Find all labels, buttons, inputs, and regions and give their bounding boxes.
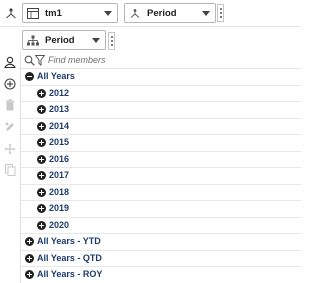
expand-icon[interactable] [37, 204, 46, 213]
tree-item-label: 2013 [49, 104, 70, 114]
dimension-dropdown-label: Period [147, 8, 177, 19]
expand-icon[interactable] [37, 105, 46, 114]
trash-icon[interactable] [3, 98, 17, 112]
tree-item-year[interactable]: 2017 [21, 168, 301, 185]
add-circle-icon[interactable] [3, 77, 17, 91]
subset-dropdown-label: Period [45, 35, 75, 46]
tree-item-label: 2020 [49, 219, 70, 230]
member-tree-panel: Find members All Years 2012 2013 2014 2015 20… [20, 52, 301, 283]
tree-item-label: 2017 [49, 170, 70, 180]
edit-icon[interactable] [3, 120, 17, 134]
chevron-down-icon [92, 38, 100, 43]
subset-dropdown[interactable]: Period [22, 30, 106, 50]
hierarchy-icon[interactable] [4, 6, 18, 20]
expand-icon[interactable] [37, 138, 46, 147]
hierarchy-icon [130, 9, 140, 18]
tree-item-label: 2016 [49, 153, 70, 164]
tree-item-label: 2019 [49, 203, 70, 213]
expand-icon[interactable] [37, 171, 46, 180]
chevron-down-icon [202, 11, 210, 16]
tree-item-label: All Years - YTD [37, 236, 101, 246]
table-icon [27, 8, 39, 19]
search-icon[interactable] [24, 55, 35, 66]
tree-item-year[interactable]: 2016 [21, 152, 301, 168]
tree-item-year[interactable]: 2019 [21, 201, 301, 218]
tree-item-label: 2012 [49, 87, 70, 98]
expand-icon[interactable] [37, 220, 46, 230]
tree-root-all-years[interactable]: All Years [21, 69, 301, 86]
expand-icon[interactable] [37, 187, 46, 197]
collapse-icon[interactable] [25, 72, 34, 81]
copy-icon[interactable] [3, 163, 17, 177]
tree-item-year[interactable]: 2015 [21, 135, 301, 152]
dimension-more-button[interactable] [217, 4, 224, 22]
subset-more-button[interactable] [108, 32, 115, 50]
cube-dropdown-label: tm1 [45, 8, 62, 19]
toolbar-divider [0, 26, 300, 27]
action-sidebar [0, 52, 20, 283]
tree-item-label: 2014 [49, 120, 70, 131]
expand-icon[interactable] [25, 253, 34, 263]
tree-item-rollup[interactable]: All Years - ROY [21, 267, 301, 283]
tree-item-label: All Years [37, 71, 75, 81]
tree-item-label: 2015 [49, 137, 70, 147]
move-icon[interactable] [3, 142, 17, 156]
expand-icon[interactable] [37, 121, 46, 131]
tree-item-year[interactable]: 2020 [21, 218, 301, 234]
tree-icon [27, 35, 39, 46]
search-input[interactable]: Find members [48, 55, 106, 65]
tree-item-rollup[interactable]: All Years - YTD [21, 234, 301, 251]
tree-item-label: All Years - QTD [37, 252, 102, 263]
cube-dropdown[interactable]: tm1 [22, 3, 118, 23]
filter-icon[interactable] [35, 55, 45, 66]
expand-icon[interactable] [37, 154, 46, 164]
tree-item-label: All Years - ROY [37, 269, 103, 279]
tree-item-year[interactable]: 2018 [21, 185, 301, 201]
dimension-dropdown[interactable]: Period [124, 3, 216, 23]
top-toolbar: tm1 Period [0, 0, 300, 26]
search-bar: Find members [21, 53, 301, 69]
tree-item-label: 2018 [49, 186, 70, 197]
tree-item-year[interactable]: 2014 [21, 119, 301, 135]
expand-icon[interactable] [25, 237, 34, 246]
user-icon[interactable] [3, 55, 17, 69]
tree-item-year[interactable]: 2013 [21, 102, 301, 119]
expand-icon[interactable] [37, 88, 46, 98]
expand-icon[interactable] [25, 270, 34, 279]
chevron-down-icon [104, 11, 112, 16]
tree-item-year[interactable]: 2012 [21, 86, 301, 102]
tree-item-rollup[interactable]: All Years - QTD [21, 251, 301, 267]
